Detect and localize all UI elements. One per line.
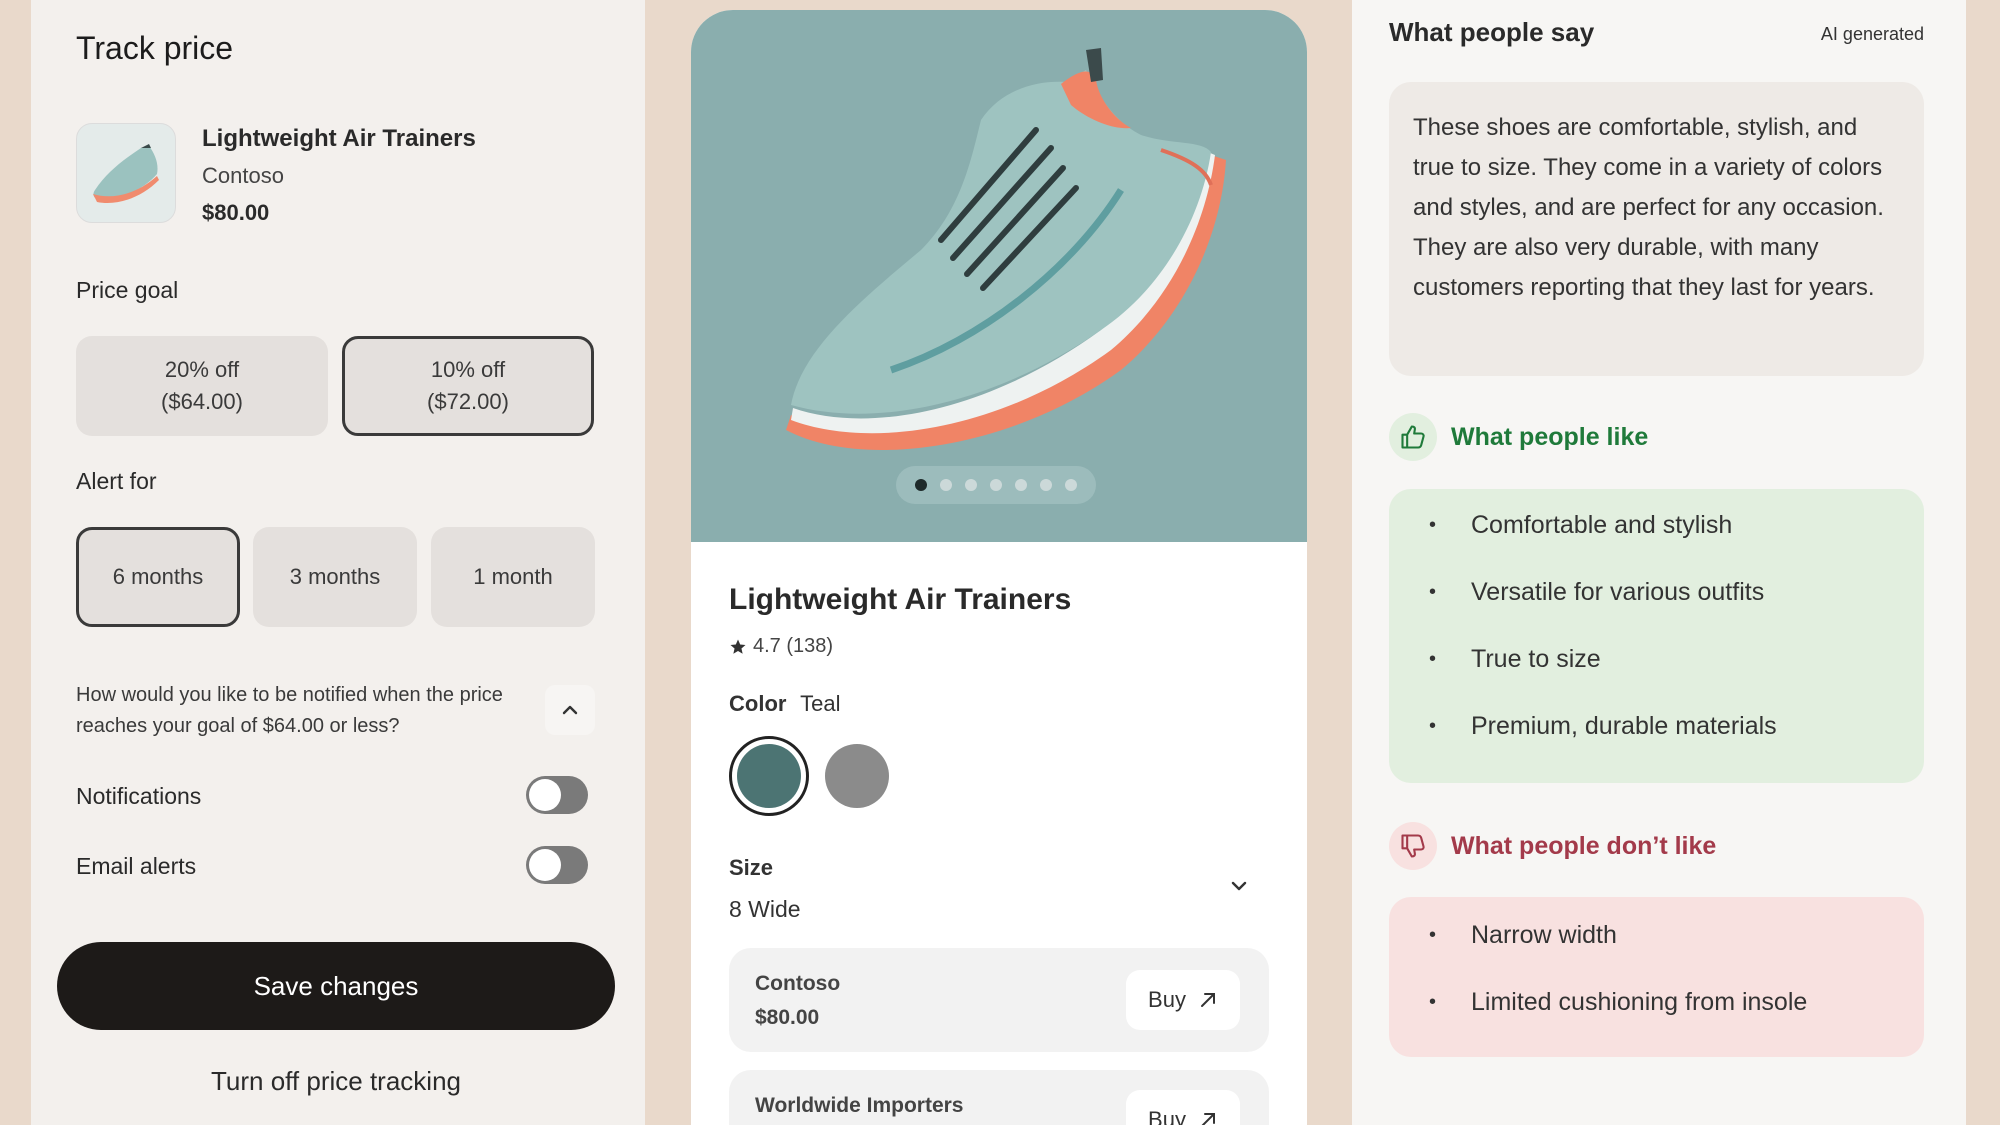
swatch-fill [737,744,801,808]
price-goal-20-button[interactable]: 20% off ($64.00) [76,336,328,436]
seller-card: Worldwide Importers Buy [729,1070,1269,1125]
list-item: • True to size [1429,645,1601,673]
track-price-panel: Track price Lightweight Air Trainers Con… [31,0,645,1125]
seller-name: Contoso [755,972,841,995]
shoe-image [786,48,1226,450]
notifications-label: Notifications [76,783,202,809]
carousel-dot[interactable] [940,479,952,491]
buy-button[interactable]: Buy [1126,1090,1240,1125]
thumbs-down-icon [1389,822,1437,870]
alert-1-month-button[interactable]: 1 month [431,527,595,627]
dislikes-title: What people don’t like [1451,831,1717,860]
price-goal-10-button[interactable]: 10% off ($72.00) [342,336,594,436]
list-item: • Versatile for various outfits [1429,578,1765,606]
price-goal-amount: ($72.00) [427,389,509,414]
product-title: Lightweight Air Trainers [729,583,1072,616]
alert-3-months-button[interactable]: 3 months [253,527,417,627]
price-goal-label: Price goal [76,277,179,303]
price-goal-amount: ($64.00) [161,389,243,414]
reviews-panel: What people say AI generated These shoes… [1352,0,1966,1125]
product-price: $80.00 [202,200,270,225]
likes-header: What people like [1389,413,1648,461]
list-item: • Narrow width [1429,921,1617,949]
toggle-knob [529,779,561,811]
email-alerts-label: Email alerts [76,853,197,879]
size-dropdown-button[interactable] [1231,878,1247,896]
chevron-down-icon [1231,881,1247,891]
product-name: Lightweight Air Trainers [202,125,476,152]
review-summary: These shoes are comfortable, stylish, an… [1389,82,1924,376]
carousel-dot[interactable] [1065,479,1077,491]
color-value: Teal [800,691,841,716]
alert-6-months-button[interactable]: 6 months [76,527,240,627]
buy-label: Buy [1148,1107,1186,1125]
seller-name: Worldwide Importers [755,1094,964,1117]
email-alerts-toggle[interactable] [526,846,588,884]
ai-generated-tag: AI generated [1820,24,1924,44]
carousel-dot[interactable] [1015,479,1027,491]
dislikes-list: • Narrow width • Limited cushioning from i… [1389,897,1924,1057]
notifications-toggle[interactable] [526,776,588,814]
arrow-up-right-icon [1200,993,1215,1007]
rating-text: 4.7 (138) [753,635,834,657]
size-label: Size [729,855,774,880]
product-thumbnail [76,123,176,223]
price-goal-percent: 20% off [164,357,240,382]
dislikes-header: What people don’t like [1389,822,1716,870]
carousel-dot[interactable] [990,479,1002,491]
color-swatch-teal[interactable] [729,736,809,816]
likes-title: What people like [1451,422,1649,451]
carousel-dot[interactable] [915,479,927,491]
turn-off-tracking-link[interactable]: Turn off price tracking [57,1066,615,1097]
product-hero-image[interactable] [691,10,1307,542]
buy-button[interactable]: Buy [1126,970,1240,1030]
likes-list: • Comfortable and stylish • Versatile for … [1389,489,1924,783]
reviews-title: What people say [1389,17,1595,47]
chevron-up-icon [562,705,578,715]
toggle-knob [529,849,561,881]
carousel-dot[interactable] [1040,479,1052,491]
seller-card: Contoso $80.00 Buy [729,948,1269,1052]
list-item: • Comfortable and stylish [1429,511,1733,539]
color-label: Color [729,691,787,716]
buy-label: Buy [1148,987,1186,1012]
panel-title: Track price [76,30,234,66]
seller-price: $80.00 [755,1006,820,1029]
swatch-fill [825,744,889,808]
collapse-button[interactable] [545,685,595,735]
color-swatch-grey[interactable] [817,736,897,816]
product-detail-panel: Lightweight Air Trainers 4.7 (138) Color… [691,10,1307,1125]
carousel-indicator [896,466,1096,504]
arrow-up-right-icon [1201,1113,1215,1125]
alert-for-label: Alert for [76,468,157,494]
product-brand: Contoso [202,163,284,188]
price-goal-percent: 10% off [430,357,506,382]
list-item: • Premium, durable materials [1429,712,1777,740]
notify-question: How would you like to be notified when t… [76,684,503,737]
product-rating: 4.7 (138) [729,635,833,658]
size-value[interactable]: 8 Wide [729,896,801,923]
thumbs-up-icon [1389,413,1437,461]
list-item: • Limited cushioning from insole [1429,988,1808,1016]
star-icon [730,639,746,654]
carousel-dot[interactable] [965,479,977,491]
color-row: Color Teal [729,691,841,717]
save-changes-button[interactable]: Save changes [57,942,615,1030]
